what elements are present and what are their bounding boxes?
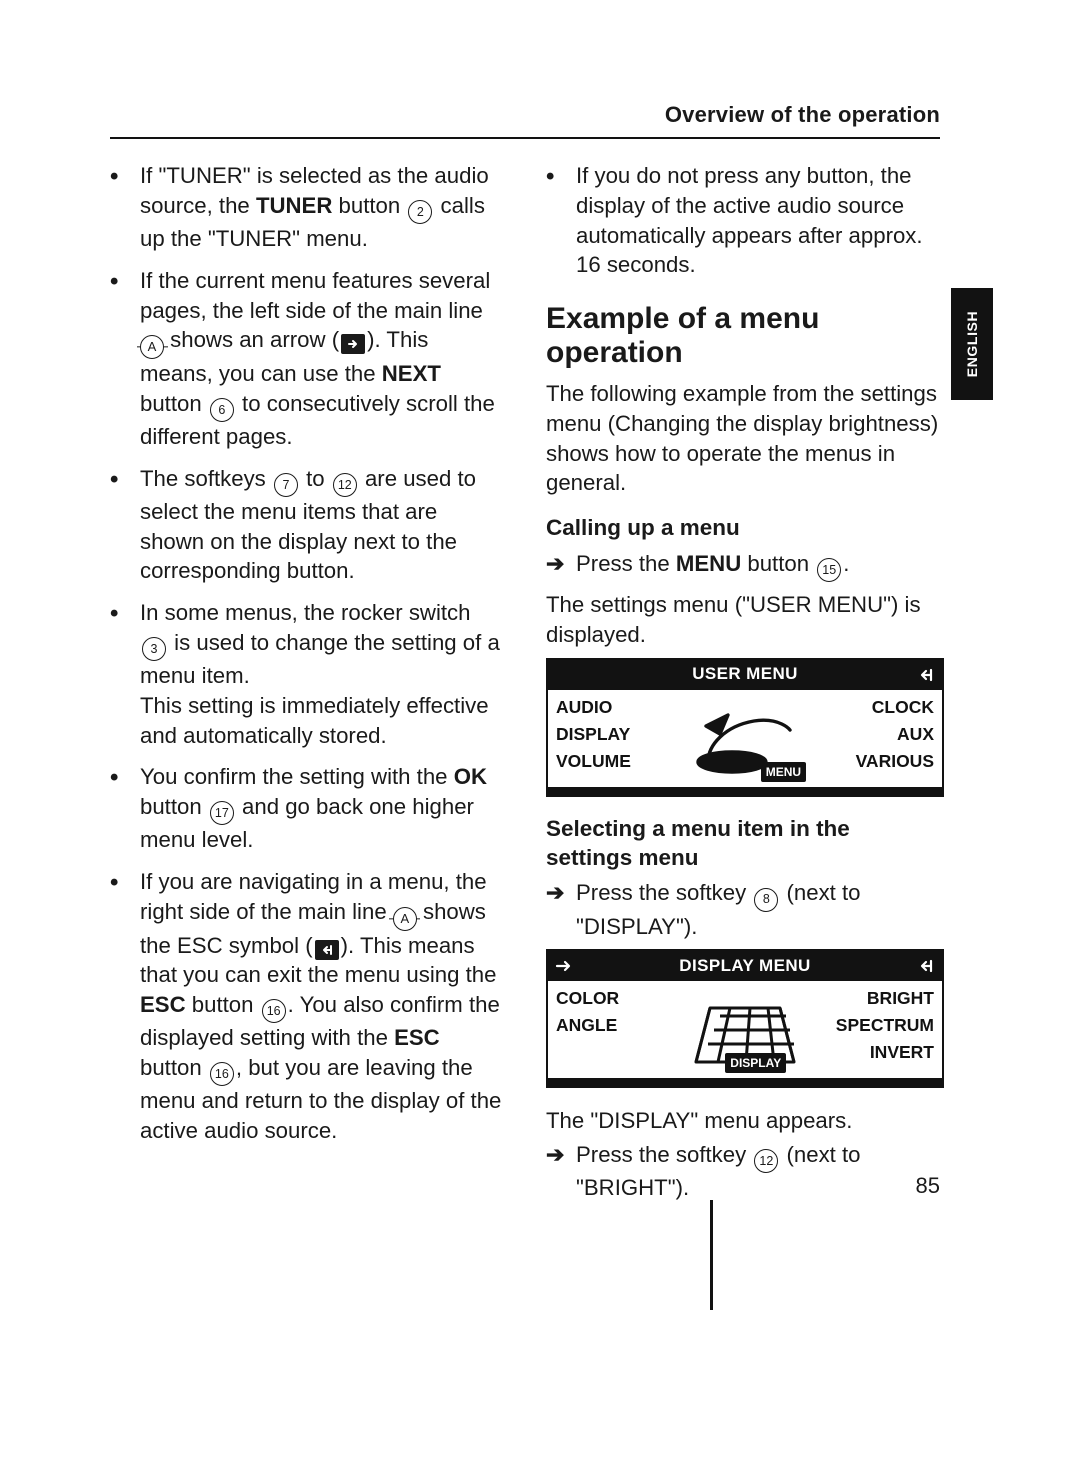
instruction-step: ➔ Press the MENU button 15.: [546, 549, 940, 582]
text: button: [741, 551, 815, 576]
text: If the current menu features several pag…: [140, 268, 490, 323]
subsection-heading: Selecting a menu item in the settings me…: [546, 815, 940, 873]
ref-12-icon: 12: [333, 473, 357, 497]
section-heading: Example of a menu operation: [546, 302, 940, 369]
instruction-step: ➔ Press the softkey 8 (next to "DISPLAY"…: [546, 878, 940, 941]
label-ok: OK: [454, 764, 487, 789]
text: .: [843, 551, 849, 576]
list-item: If you do not press any button, the disp…: [546, 161, 940, 280]
top-rule: [110, 137, 940, 139]
ref-3-icon: 3: [142, 637, 166, 661]
instruction-step: ➔ Press the softkey 12 (next to "BRIGHT"…: [546, 1140, 940, 1203]
label-menu: MENU: [676, 551, 741, 576]
right-column: If you do not press any button, the disp…: [546, 161, 940, 1211]
next-arrow-icon: [555, 959, 587, 973]
menu-item-blank: [556, 1039, 619, 1066]
ref-16-icon: 16: [210, 1062, 234, 1086]
step-arrow-icon: ➔: [546, 549, 576, 582]
ref-17-icon: 17: [210, 801, 234, 825]
list-item: If you are navigating in a menu, the rig…: [110, 867, 504, 1146]
ref-6-icon: 6: [210, 398, 234, 422]
ref-A-icon: A: [140, 335, 164, 359]
step-arrow-icon: ➔: [546, 878, 576, 941]
text: button: [332, 193, 406, 218]
text: to: [300, 466, 331, 491]
arrow-right-icon: [341, 334, 365, 354]
step-result: The "DISPLAY" menu appears.: [546, 1106, 940, 1136]
menu-item-volume: VOLUME: [556, 748, 631, 775]
ref-7-icon: 7: [274, 473, 298, 497]
step-arrow-icon: ➔: [546, 1140, 576, 1203]
list-item: You confirm the setting with the OK butt…: [110, 762, 504, 855]
menu-item-audio: AUDIO: [556, 694, 631, 721]
bullet-icon: [110, 266, 140, 452]
text: is used to change the setting of a menu …: [140, 630, 500, 688]
label-tuner: TUNER: [256, 193, 332, 218]
text: If you do not press any button, the disp…: [576, 161, 940, 280]
bullet-icon: [110, 161, 140, 254]
menu-item-angle: ANGLE: [556, 1012, 619, 1039]
label-esc: ESC: [140, 992, 186, 1017]
language-label: ENGLISH: [964, 311, 980, 377]
bullet-icon: [110, 762, 140, 855]
label-esc: ESC: [394, 1025, 440, 1050]
ref-8-icon: 8: [754, 888, 778, 912]
text: The softkeys: [140, 466, 272, 491]
esc-icon: [903, 958, 935, 974]
text: This setting is immediately effective an…: [140, 691, 504, 751]
page-number: 85: [916, 1173, 940, 1199]
list-item: In some menus, the rocker switch 3 is us…: [110, 598, 504, 750]
display-title: USER MENU: [587, 663, 903, 686]
list-item: If the current menu features several pag…: [110, 266, 504, 452]
ref-15-icon: 15: [817, 558, 841, 582]
text: button: [140, 391, 208, 416]
language-tab: ENGLISH: [951, 288, 993, 400]
menu-item-invert: INVERT: [836, 1039, 934, 1066]
menu-item-aux: AUX: [856, 721, 934, 748]
ref-16-icon: 16: [262, 999, 286, 1023]
esc-icon: [903, 667, 935, 683]
text: In some menus, the rocker switch: [140, 600, 470, 625]
menu-item-spectrum: SPECTRUM: [836, 1012, 934, 1039]
menu-item-display: DISPLAY: [556, 721, 631, 748]
esc-icon: [315, 940, 339, 960]
display-user-menu: USER MENU AUDIO DISPLAY VOLUME CLOCK AUX…: [546, 658, 944, 797]
text: Press the softkey: [576, 1142, 752, 1167]
text: You confirm the setting with the: [140, 764, 454, 789]
text: button: [140, 1055, 208, 1080]
list-item: If "TUNER" is selected as the audio sour…: [110, 161, 504, 254]
display-title: DISPLAY MENU: [587, 955, 903, 978]
text: button: [186, 992, 260, 1017]
step-result: The settings menu ("USER MENU") is displ…: [546, 590, 940, 650]
text: Press the: [576, 551, 676, 576]
text: Press the softkey: [576, 880, 752, 905]
list-item: The softkeys 7 to 12 are used to select …: [110, 464, 504, 587]
bullet-icon: [110, 867, 140, 1146]
decorative-rule: [710, 1200, 713, 1310]
text: shows an arrow (: [164, 327, 339, 352]
ref-12-icon: 12: [754, 1149, 778, 1173]
bullet-icon: [110, 598, 140, 750]
left-column: If "TUNER" is selected as the audio sour…: [110, 161, 504, 1211]
ref-2-icon: 2: [408, 200, 432, 224]
text: button: [140, 794, 208, 819]
paragraph: The following example from the settings …: [546, 379, 940, 498]
label-next: NEXT: [382, 361, 441, 386]
bullet-icon: [110, 464, 140, 587]
display-badge: DISPLAY: [725, 1053, 786, 1073]
running-head: Overview of the operation: [665, 102, 940, 128]
menu-item-color: COLOR: [556, 985, 619, 1012]
menu-item-clock: CLOCK: [856, 694, 934, 721]
display-display-menu: DISPLAY MENU COLOR ANGLE BRIGHT SPECTRUM: [546, 949, 944, 1088]
display-badge: MENU: [761, 762, 806, 782]
menu-item-bright: BRIGHT: [836, 985, 934, 1012]
menu-item-various: VARIOUS: [856, 748, 934, 775]
ref-A-icon: A: [393, 907, 417, 931]
subsection-heading: Calling up a menu: [546, 514, 940, 543]
bullet-icon: [546, 161, 576, 280]
